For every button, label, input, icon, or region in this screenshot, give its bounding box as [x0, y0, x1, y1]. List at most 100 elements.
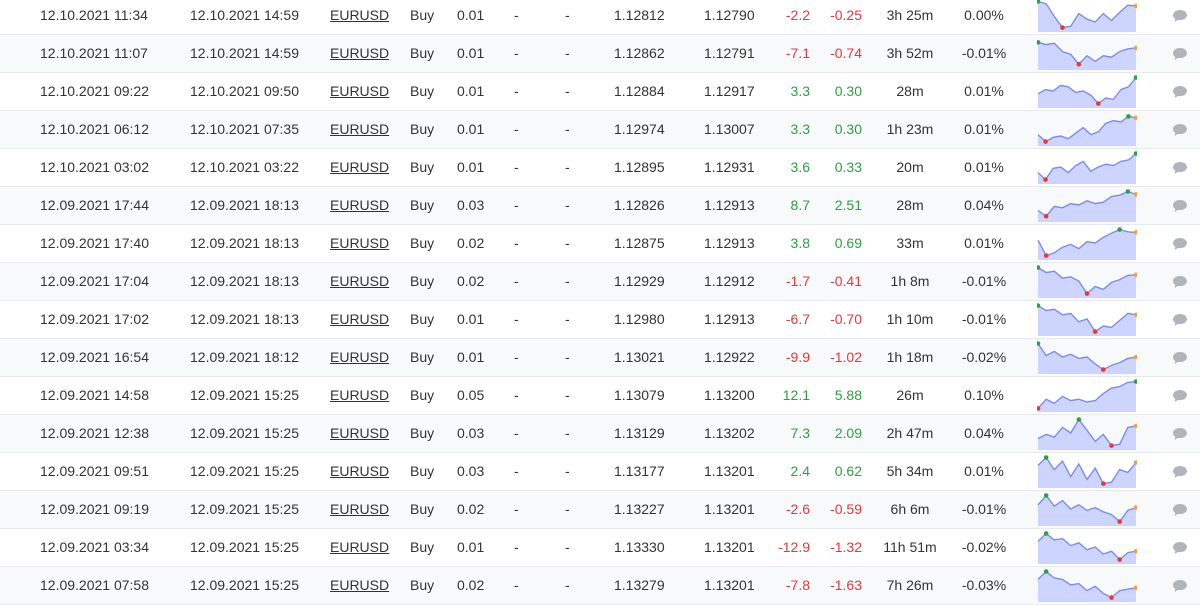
action-type: Buy — [410, 273, 435, 289]
profit: -0.70 — [830, 311, 862, 327]
open-price: 1.12895 — [614, 159, 665, 175]
symbol-link[interactable]: EURUSD — [330, 187, 389, 224]
sparkline-min-dot — [1101, 481, 1106, 486]
symbol-link[interactable]: EURUSD — [330, 301, 389, 338]
open-price: 1.13227 — [614, 501, 665, 517]
duration: 2h 47m — [886, 425, 934, 441]
comment-icon[interactable] — [1172, 47, 1188, 61]
stop-loss: - — [514, 273, 519, 289]
trade-history-table: 12.10.2021 11:34 12.10.2021 14:59 EURUSD… — [0, 0, 1200, 605]
take-profit: - — [565, 235, 570, 251]
comment-icon[interactable] — [1172, 541, 1188, 555]
symbol-link[interactable]: EURUSD — [330, 35, 389, 72]
gain: -0.01% — [961, 501, 1007, 517]
close-date: 12.09.2021 15:25 — [190, 463, 299, 479]
comment-icon[interactable] — [1172, 237, 1188, 251]
comment-icon[interactable] — [1172, 161, 1188, 175]
comment-icon[interactable] — [1172, 123, 1188, 137]
lots: 0.01 — [457, 349, 485, 365]
stop-loss: - — [514, 197, 519, 213]
open-price: 1.12884 — [614, 83, 665, 99]
sparkline-svg — [1037, 0, 1137, 32]
take-profit: - — [565, 273, 570, 289]
sparkline-min-dot — [1109, 443, 1114, 448]
symbol-link[interactable]: EURUSD — [330, 73, 389, 110]
speech-bubble-icon — [1173, 48, 1187, 60]
comment-icon[interactable] — [1172, 351, 1188, 365]
comment-icon[interactable] — [1172, 389, 1188, 403]
close-date: 12.09.2021 18:13 — [190, 197, 299, 213]
comment-icon[interactable] — [1172, 275, 1188, 289]
sparkline-svg — [1037, 40, 1137, 70]
symbol-link[interactable]: EURUSD — [330, 377, 389, 414]
comment-icon[interactable] — [1172, 579, 1188, 593]
speech-bubble-icon — [1173, 10, 1187, 22]
comment-icon[interactable] — [1172, 427, 1188, 441]
trade-sparkline — [1037, 226, 1137, 260]
action-type: Buy — [410, 197, 435, 213]
symbol-link[interactable]: EURUSD — [330, 225, 389, 262]
lots: 0.03 — [457, 197, 485, 213]
symbol-link[interactable]: EURUSD — [330, 263, 389, 300]
trade-sparkline — [1037, 492, 1137, 526]
close-date: 12.09.2021 15:25 — [190, 539, 299, 555]
symbol-link[interactable]: EURUSD — [330, 149, 389, 186]
duration: 5h 34m — [886, 463, 934, 479]
close-price: 1.12791 — [704, 45, 755, 61]
symbol-link[interactable]: EURUSD — [330, 453, 389, 490]
take-profit: - — [565, 387, 570, 403]
speech-bubble-icon — [1173, 162, 1187, 174]
open-price: 1.12974 — [614, 121, 665, 137]
profit: 0.69 — [834, 235, 862, 251]
duration: 7h 26m — [886, 577, 934, 593]
stop-loss: - — [514, 311, 519, 327]
duration: 1h 23m — [886, 121, 934, 137]
pips: -1.7 — [785, 273, 810, 289]
comment-icon[interactable] — [1172, 313, 1188, 327]
close-date: 12.10.2021 07:35 — [190, 121, 299, 137]
profit: 0.62 — [834, 463, 862, 479]
action-type: Buy — [410, 159, 435, 175]
profit: 0.33 — [834, 159, 862, 175]
comment-icon[interactable] — [1172, 85, 1188, 99]
trade-sparkline — [1037, 378, 1137, 412]
take-profit: - — [565, 121, 570, 137]
pips: -12.9 — [778, 539, 810, 555]
table-row: 12.10.2021 11:34 12.10.2021 14:59 EURUSD… — [0, 0, 1200, 35]
stop-loss: - — [514, 121, 519, 137]
action-type: Buy — [410, 121, 435, 137]
speech-bubble-icon — [1173, 276, 1187, 288]
symbol-link[interactable]: EURUSD — [330, 339, 389, 376]
sparkline-svg — [1037, 75, 1137, 108]
close-date: 12.09.2021 18:13 — [190, 273, 299, 289]
sparkline-min-dot — [1043, 139, 1048, 144]
symbol-link[interactable]: EURUSD — [330, 111, 389, 148]
symbol-link[interactable]: EURUSD — [330, 415, 389, 452]
sparkline-min-dot — [1043, 213, 1049, 219]
sparkline-svg — [1037, 265, 1137, 298]
lots: 0.02 — [457, 577, 485, 593]
take-profit: - — [565, 349, 570, 365]
gain: -0.01% — [961, 45, 1007, 61]
action-type: Buy — [410, 539, 435, 555]
symbol-link[interactable]: EURUSD — [330, 567, 389, 604]
open-date: 12.10.2021 11:34 — [40, 7, 148, 23]
lots: 0.01 — [457, 311, 485, 327]
comment-icon[interactable] — [1172, 503, 1188, 517]
open-date: 12.09.2021 17:40 — [40, 235, 149, 251]
sparkline-max-dot — [1126, 114, 1131, 119]
gain: 0.00% — [964, 7, 1004, 23]
symbol-link[interactable]: EURUSD — [330, 491, 389, 528]
symbol-link[interactable]: EURUSD — [330, 529, 389, 566]
open-price: 1.12826 — [614, 197, 665, 213]
comment-icon[interactable] — [1172, 199, 1188, 213]
open-price: 1.13279 — [614, 577, 665, 593]
sparkline-min-dot — [1043, 253, 1049, 258]
symbol-link[interactable]: EURUSD — [330, 0, 389, 34]
comment-icon[interactable] — [1172, 465, 1188, 479]
comment-icon[interactable] — [1172, 9, 1188, 23]
sparkline-area — [1038, 343, 1136, 374]
stop-loss: - — [514, 349, 519, 365]
trade-sparkline — [1037, 74, 1137, 108]
stop-loss: - — [514, 159, 519, 175]
